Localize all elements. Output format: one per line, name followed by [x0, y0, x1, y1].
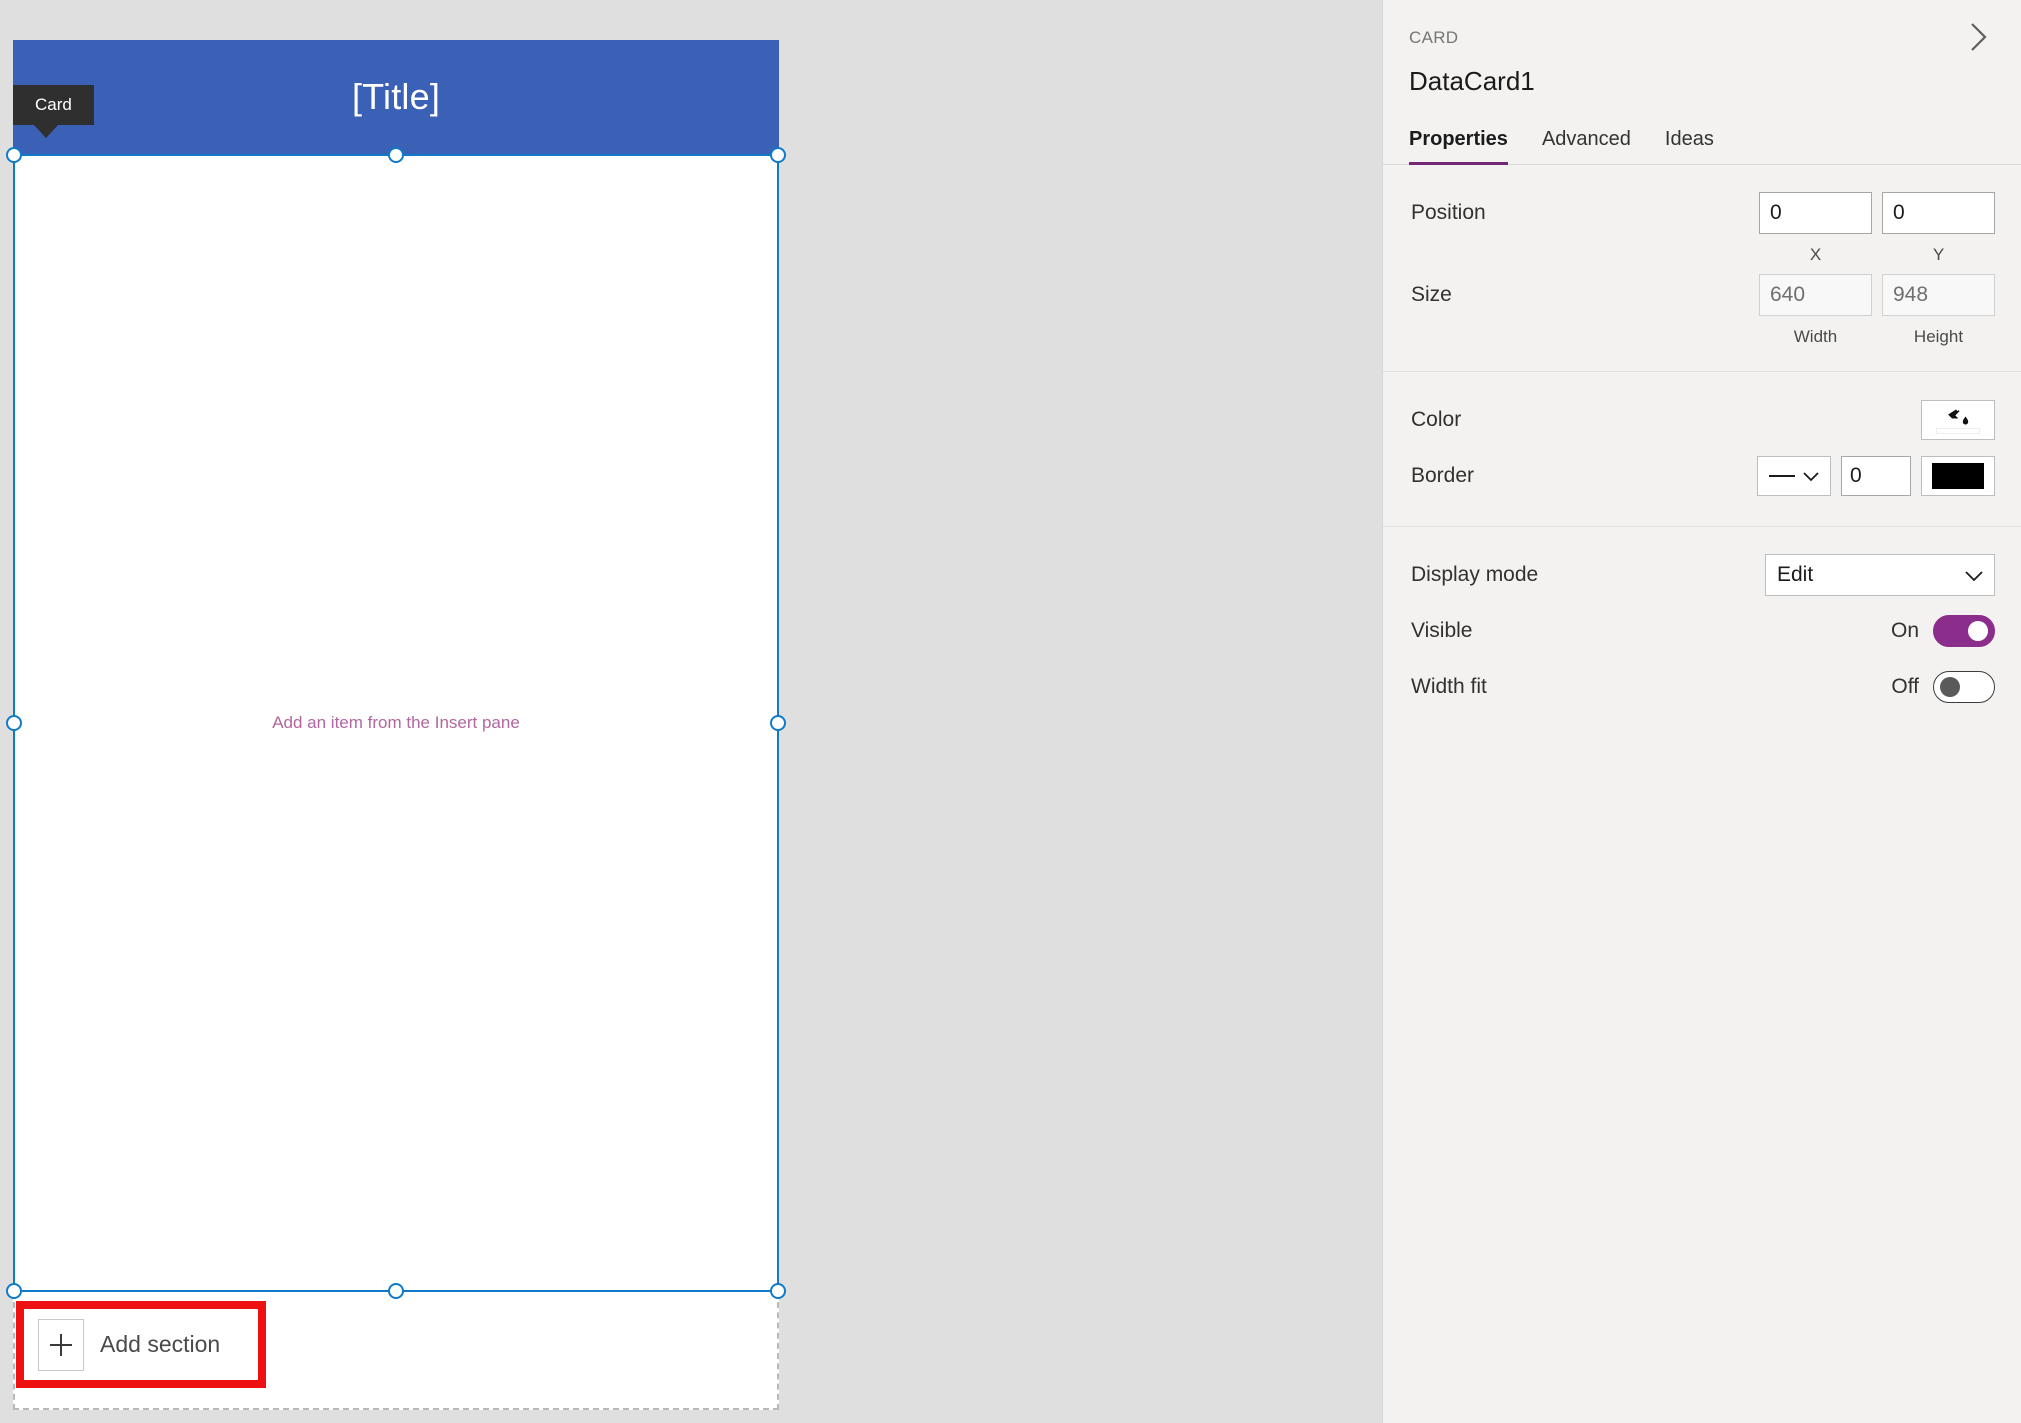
fill-color-button[interactable] — [1921, 400, 1995, 440]
title-bar[interactable]: [Title] — [13, 40, 779, 154]
visible-label: Visible — [1411, 619, 1473, 642]
tab-properties[interactable]: Properties — [1409, 128, 1508, 165]
visible-state-label: On — [1890, 619, 1919, 642]
width-fit-toggle[interactable] — [1933, 671, 1995, 703]
datacard-body[interactable]: Add an item from the Insert pane — [13, 154, 779, 1292]
chevron-down-icon — [1965, 570, 1983, 581]
panel-tabs: Properties Advanced Ideas — [1383, 127, 2021, 165]
display-mode-value: Edit — [1777, 563, 1814, 586]
border-style-dropdown[interactable] — [1757, 456, 1831, 496]
tab-ideas[interactable]: Ideas — [1665, 128, 1714, 165]
panel-title: DataCard1 — [1409, 66, 1535, 96]
position-label: Position — [1411, 201, 1486, 224]
position-x-sublabel: X — [1809, 245, 1822, 264]
border-color-button[interactable] — [1921, 456, 1995, 496]
size-sublabels: Width Height — [1399, 327, 1995, 347]
size-row: Size — [1399, 267, 1995, 323]
chevron-down-icon — [1802, 472, 1819, 482]
width-fit-toggle-knob — [1940, 677, 1960, 697]
design-canvas[interactable]: [Title] Add an item from the Insert pane… — [0, 0, 1382, 1423]
width-fit-row: Width fit Off — [1399, 659, 1995, 715]
display-mode-row: Display mode Edit — [1399, 547, 1995, 603]
solid-line-icon — [1768, 475, 1795, 477]
position-sublabels: X Y — [1399, 245, 1995, 265]
card-tooltip-badge: Card — [13, 85, 94, 139]
border-row: Border — [1399, 448, 1995, 504]
display-mode-label: Display mode — [1411, 563, 1539, 586]
position-x-input[interactable] — [1759, 192, 1872, 234]
size-height-sublabel: Height — [1913, 327, 1964, 346]
card-tooltip-label: Card — [35, 95, 72, 114]
position-row: Position — [1399, 185, 1995, 241]
panel-kicker: CARD — [1409, 28, 1459, 47]
color-row: Color — [1399, 392, 1995, 448]
border-color-chip — [1932, 463, 1984, 489]
width-fit-label: Width fit — [1411, 675, 1487, 698]
display-mode-dropdown[interactable]: Edit — [1765, 554, 1995, 596]
position-y-input[interactable] — [1882, 192, 1995, 234]
size-width-sublabel: Width — [1793, 327, 1838, 346]
width-fit-state-label: Off — [1891, 675, 1919, 698]
visible-toggle[interactable] — [1933, 615, 1995, 647]
size-label: Size — [1411, 283, 1452, 306]
properties-panel: CARD DataCard1 Properties Advanced Ideas… — [1382, 0, 2021, 1423]
insert-pane-hint: Add an item from the Insert pane — [272, 713, 520, 732]
border-label: Border — [1411, 464, 1475, 487]
behavior-group: Display mode Edit Visible On Width fit O… — [1383, 527, 2021, 737]
color-label: Color — [1411, 408, 1462, 431]
position-y-sublabel: Y — [1932, 245, 1945, 264]
app-root: [Title] Add an item from the Insert pane… — [0, 0, 2021, 1423]
size-height-input[interactable] — [1882, 274, 1995, 316]
appearance-group: Color Border — [1383, 372, 2021, 527]
tab-advanced[interactable]: Advanced — [1542, 128, 1631, 165]
layout-group: Position X Y Size Width Height — [1383, 165, 2021, 372]
visible-toggle-knob — [1968, 621, 1988, 641]
panel-header: CARD DataCard1 — [1383, 0, 2021, 97]
title-label: [Title] — [351, 76, 441, 117]
border-width-input[interactable] — [1841, 456, 1911, 496]
chevron-right-icon[interactable] — [1961, 20, 1995, 54]
size-width-input[interactable] — [1759, 274, 1872, 316]
add-section-label: Add section — [100, 1331, 221, 1357]
plus-icon — [38, 1318, 84, 1371]
visible-row: Visible On — [1399, 603, 1995, 659]
add-section-highlight: Add section — [16, 1301, 266, 1388]
add-section-button[interactable]: Add section — [24, 1309, 258, 1380]
fill-color-chip — [1936, 428, 1980, 434]
